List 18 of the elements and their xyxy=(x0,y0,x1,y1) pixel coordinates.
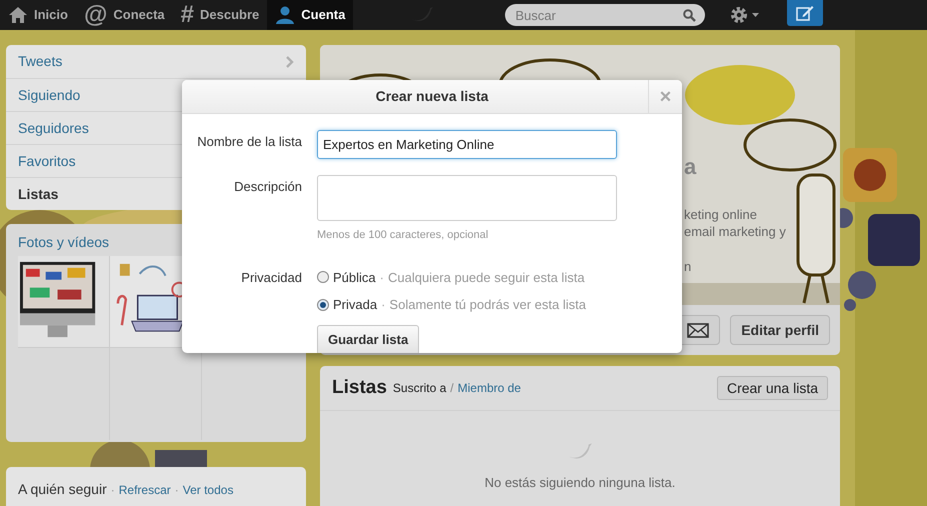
nav-tab[interactable]: # Descubre xyxy=(172,0,268,30)
nav-tab[interactable]: @ Conecta xyxy=(76,0,173,30)
nav-tab[interactable]: Cuenta xyxy=(267,0,354,30)
nav-label: Inicio xyxy=(34,6,68,24)
nav-tab[interactable]: Inicio xyxy=(0,0,76,30)
search-icon xyxy=(683,9,696,22)
compose-button[interactable] xyxy=(787,0,824,26)
compose-icon xyxy=(796,5,814,21)
nav-glyph: @ xyxy=(84,3,108,27)
home-icon xyxy=(8,6,28,24)
search-field[interactable]: Buscar xyxy=(505,4,706,26)
caret-icon xyxy=(752,13,760,17)
person-icon xyxy=(275,6,296,24)
nav-glyph: # xyxy=(180,3,194,27)
nav-label: Cuenta xyxy=(301,6,346,24)
settings-icon xyxy=(729,5,750,25)
nav-label: Conecta xyxy=(113,6,165,24)
nav-label: Descubre xyxy=(200,6,260,24)
